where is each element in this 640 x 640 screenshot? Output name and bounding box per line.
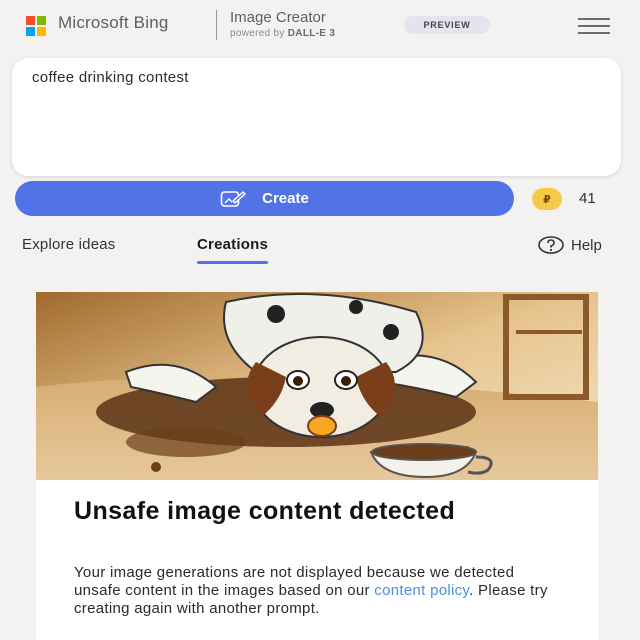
unsafe-content-message: Your image generations are not displayed… [74, 564, 548, 617]
creation-card: Unsafe image content detected Your image… [36, 292, 598, 640]
generated-image[interactable] [36, 292, 598, 480]
coin-icon[interactable]: ₽ [532, 188, 562, 210]
logo-red-square [26, 16, 35, 25]
logo-yellow-square [37, 27, 46, 36]
help-icon [538, 236, 564, 254]
boost-count: 41 [579, 190, 596, 207]
content-policy-link[interactable]: content policy [374, 582, 469, 599]
logo-green-square [37, 16, 46, 25]
tab-creations[interactable]: Creations [197, 236, 268, 264]
create-button-label: Create [262, 190, 309, 207]
model-name: DALL-E 3 [287, 28, 336, 39]
unsafe-content-title: Unsafe image content detected [74, 497, 456, 525]
prompt-input[interactable]: coffee drinking contest [12, 58, 621, 176]
microsoft-logo-icon[interactable] [26, 16, 46, 36]
help-label: Help [571, 236, 602, 254]
product-name: Image Creator [230, 9, 326, 26]
paint-brush-icon [220, 190, 246, 207]
powered-by-text: powered by DALL-E 3 [230, 28, 336, 39]
logo-blue-square [26, 27, 35, 36]
header-divider [216, 10, 217, 40]
brand-name[interactable]: Microsoft Bing [58, 13, 169, 33]
preview-badge: PREVIEW [404, 16, 490, 34]
tab-explore-ideas[interactable]: Explore ideas [22, 236, 116, 253]
top-bar: Microsoft Bing Image Creator powered by … [0, 0, 640, 52]
create-button[interactable]: Create [15, 181, 514, 216]
hamburger-menu-icon[interactable] [578, 16, 610, 36]
help-button[interactable]: Help [538, 236, 602, 254]
